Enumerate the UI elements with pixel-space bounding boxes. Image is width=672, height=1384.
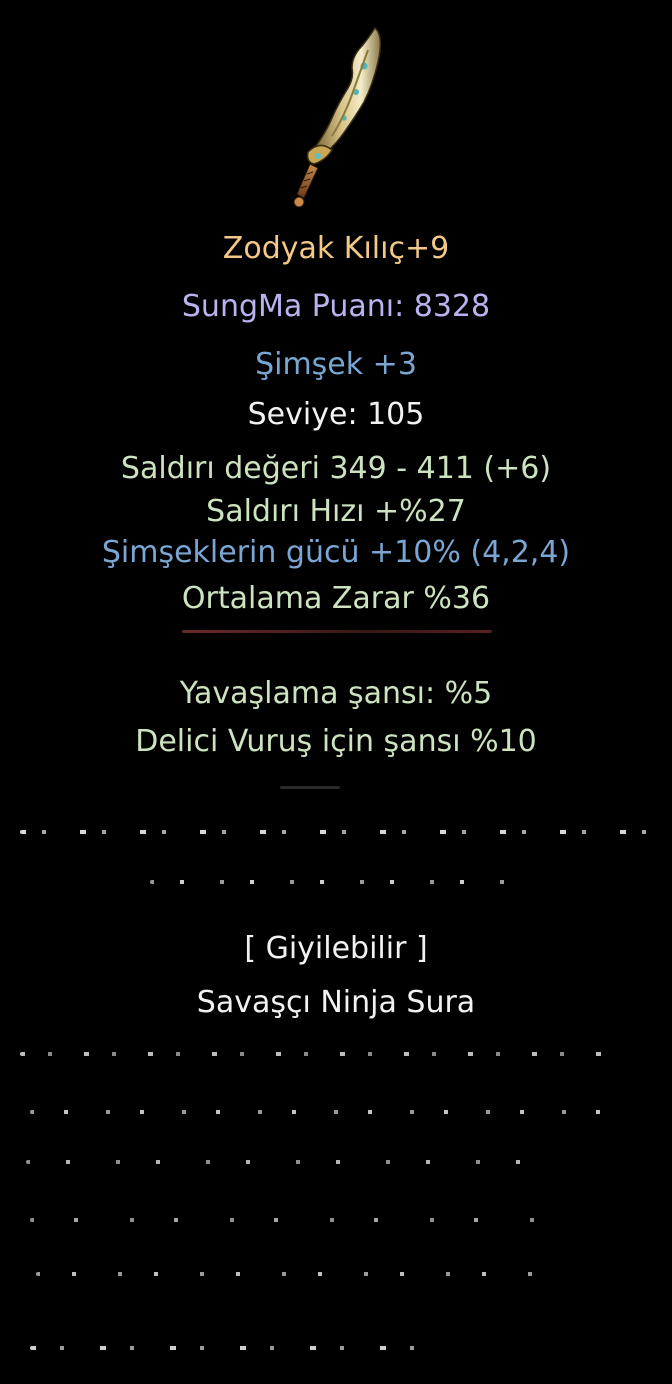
sungma-points: SungMa Puanı: 8328	[181, 289, 491, 324]
obscured-line	[26, 1160, 566, 1164]
attack-speed-stat: Saldırı Hızı +%27	[206, 494, 466, 529]
obscured-line	[30, 1218, 560, 1222]
obscured-line	[20, 1052, 620, 1056]
class-restrictions: Savaşçı Ninja Sura	[196, 985, 476, 1020]
piercing-hit-chance-stat: Delici Vuruş için şansı %10	[135, 724, 537, 759]
slow-chance-stat: Yavaşlama şansı: %5	[179, 676, 493, 711]
wearable-label: [ Giyilebilir ]	[244, 931, 428, 966]
average-damage-stat: Ortalama Zarar %36	[181, 581, 491, 616]
attack-value-stat: Saldırı değeri 349 - 411 (+6)	[120, 451, 552, 486]
obscured-line	[280, 786, 340, 789]
required-level: Seviye: 105	[247, 397, 425, 432]
obscured-line	[30, 1346, 440, 1350]
sword-icon	[293, 26, 382, 208]
element-bonus: Şimşek +3	[255, 347, 417, 382]
item-tooltip: Zodyak Kılıç+9 SungMa Puanı: 8328 Şimşek…	[0, 0, 672, 1384]
item-name: Zodyak Kılıç+9	[222, 231, 450, 266]
obscured-line	[20, 830, 652, 834]
obscured-line	[150, 880, 520, 884]
obscured-line	[36, 1272, 556, 1276]
obscured-line	[30, 1110, 610, 1114]
lightning-power-stat: Şimşeklerin gücü +10% (4,2,4)	[101, 535, 571, 570]
obscured-line	[182, 630, 492, 633]
